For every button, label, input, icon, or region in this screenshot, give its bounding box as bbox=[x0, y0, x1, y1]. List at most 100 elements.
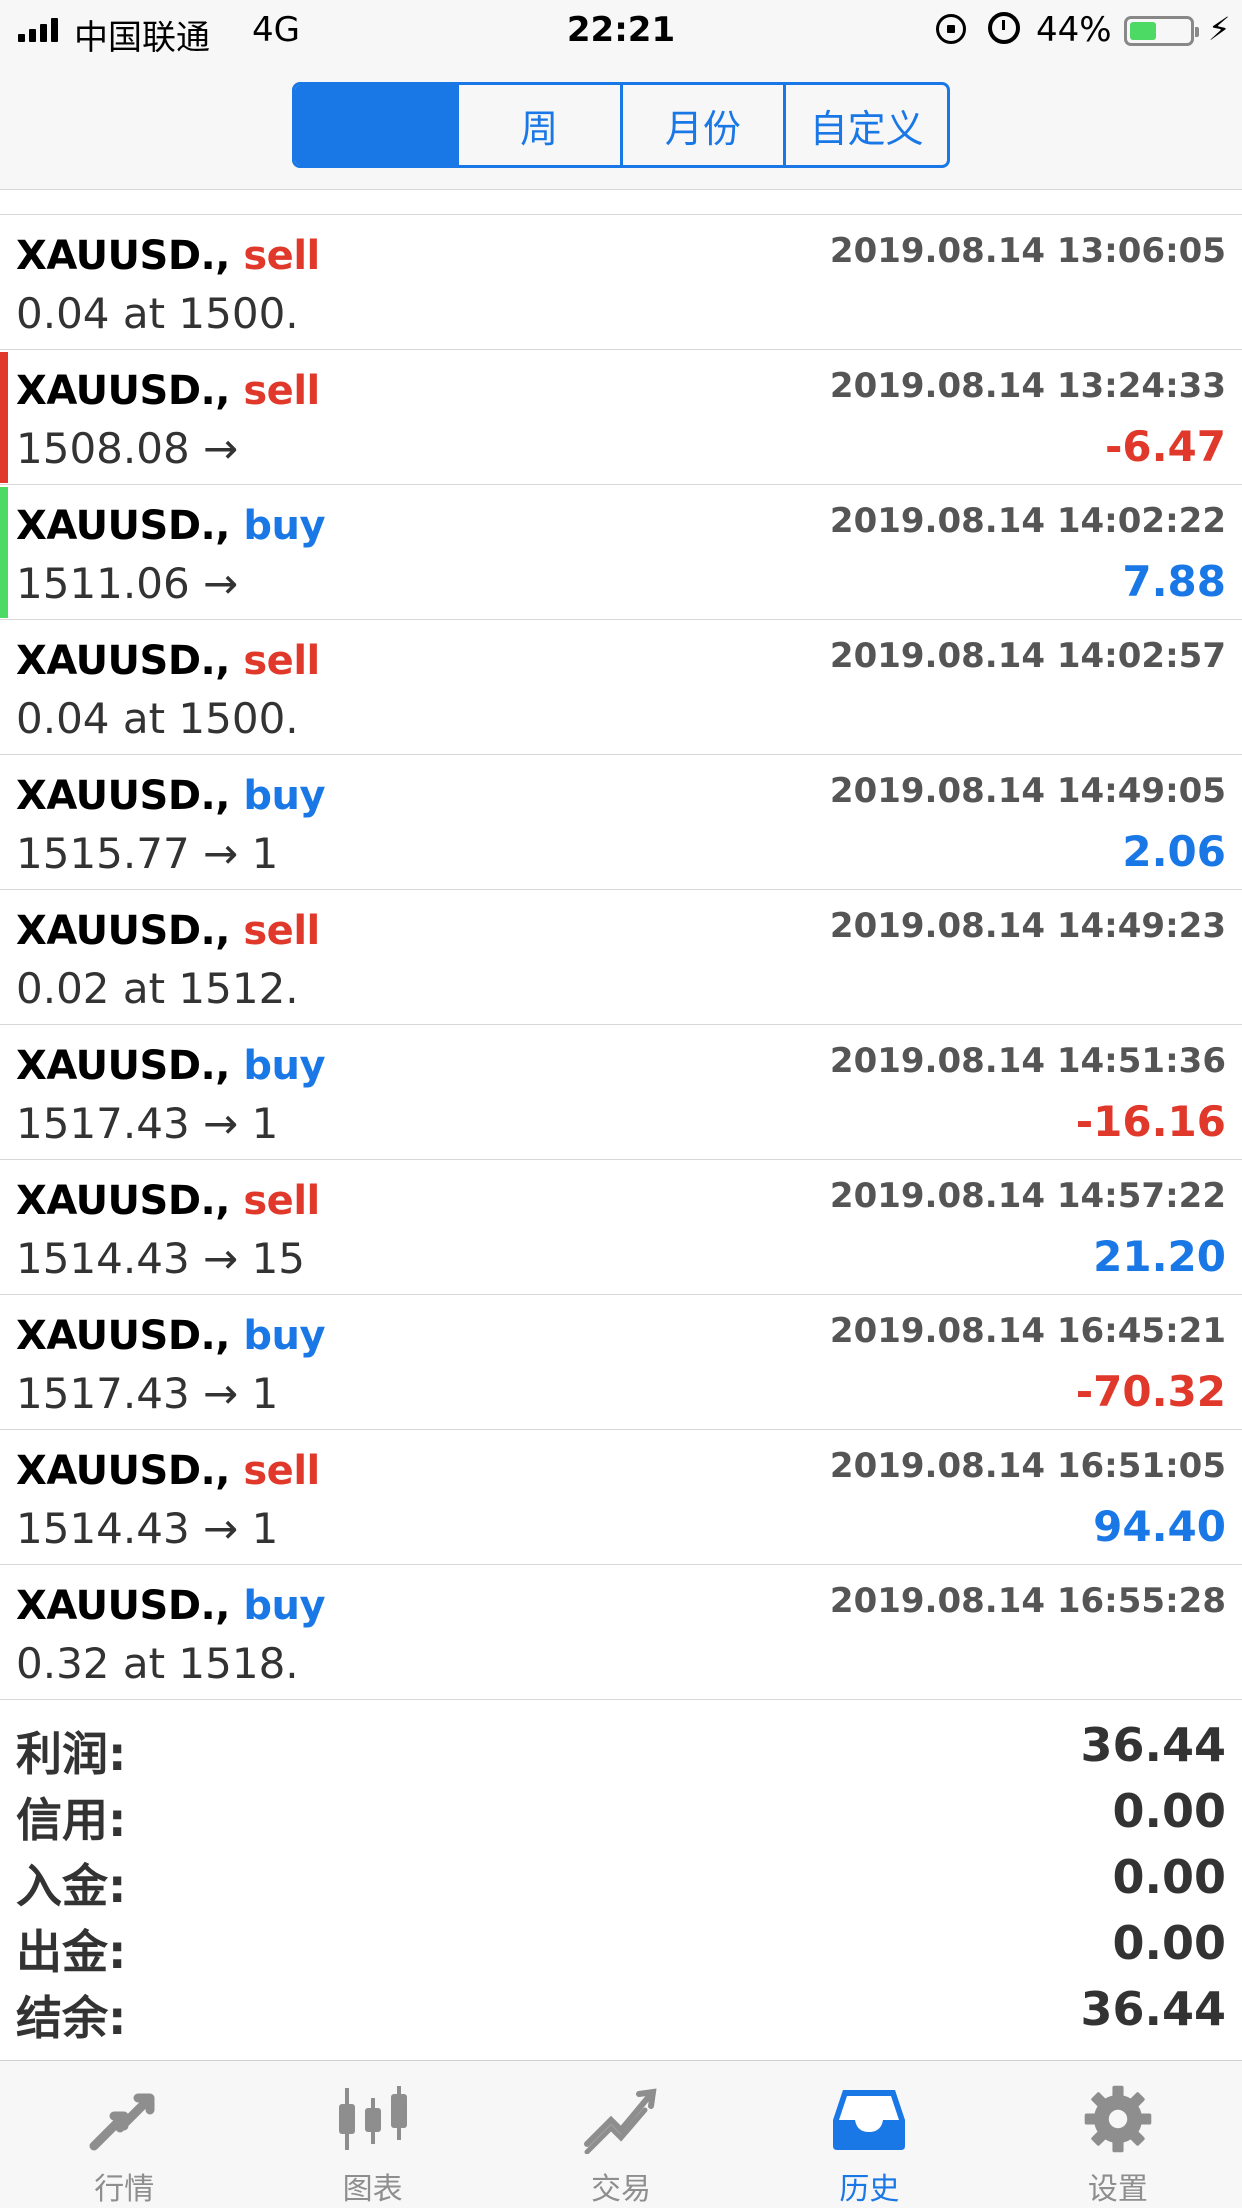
battery-percent: 44% bbox=[1036, 10, 1112, 50]
tab-label: 图表 bbox=[342, 2172, 403, 2207]
trade-symbol: XAUUSD., buy bbox=[16, 1583, 326, 1629]
symbol-name: XAUUSD., bbox=[16, 638, 230, 684]
summary-label: 信用: bbox=[16, 1793, 127, 1847]
trade-detail: 1517.43 → 1 bbox=[16, 1369, 279, 1418]
trade-side: sell bbox=[243, 1178, 320, 1224]
trade-symbol: XAUUSD., sell bbox=[16, 638, 320, 684]
account-summary: 利润: 36.44 信用: 0.00 入金: 0.00 出金: 0.00 结余: 36.44 bbox=[0, 1710, 1242, 2045]
symbol-name: XAUUSD., bbox=[16, 1178, 230, 1224]
list-item[interactable]: XAUUSD., sell 2019.08.14 13:24:33 1508.08 … bbox=[0, 350, 1242, 485]
trade-time: 2019.08.14 14:51:36 bbox=[829, 1041, 1226, 1081]
summary-label: 出金: bbox=[16, 1925, 127, 1979]
tab-quotes[interactable]: 行情 bbox=[0, 2061, 248, 2208]
symbol-name: XAUUSD., bbox=[16, 1043, 230, 1089]
trade-side: sell bbox=[243, 233, 320, 279]
symbol-name: XAUUSD., bbox=[16, 1313, 230, 1359]
tab-history[interactable]: 历史 bbox=[745, 2061, 993, 2208]
tab-label: 行情 bbox=[94, 2172, 155, 2207]
trade-detail: 0.04 at 1500. bbox=[16, 694, 299, 743]
summary-row: 利润: 36.44 bbox=[0, 1710, 1242, 1781]
history-inbox-icon bbox=[824, 2081, 914, 2156]
trade-profit: 94.40 bbox=[1093, 1502, 1226, 1551]
list-item[interactable]: XAUUSD., buy 2019.08.14 16:45:21 1517.43 →… bbox=[0, 1295, 1242, 1430]
list-item[interactable]: XAUUSD., buy 2019.08.14 14:49:05 1515.77 →… bbox=[0, 755, 1242, 890]
list-item[interactable]: XAUUSD., buy 2019.08.14 16:55:28 0.32 at 1… bbox=[0, 1565, 1242, 1700]
candlestick-chart-icon bbox=[328, 2081, 418, 2156]
trade-side: sell bbox=[243, 638, 320, 684]
status-bar: 中国联通 4G 22:21 44% ⚡ bbox=[0, 0, 1242, 60]
trade-side: buy bbox=[243, 1043, 326, 1089]
period-tab-day[interactable] bbox=[295, 85, 456, 165]
summary-row: 信用: 0.00 bbox=[0, 1776, 1242, 1847]
period-tab-custom[interactable]: 自定义 bbox=[783, 85, 947, 165]
trade-time: 2019.08.14 13:24:33 bbox=[829, 366, 1226, 406]
trade-side: buy bbox=[243, 1313, 326, 1359]
trade-side: buy bbox=[243, 773, 326, 819]
trade-time: 2019.08.14 14:49:05 bbox=[829, 771, 1226, 811]
summary-row: 入金: 0.00 bbox=[0, 1842, 1242, 1913]
trade-symbol: XAUUSD., sell bbox=[16, 908, 320, 954]
period-tab-month[interactable]: 月份 bbox=[619, 85, 784, 165]
tab-label: 设置 bbox=[1087, 2172, 1148, 2207]
trade-detail: 1511.06 → bbox=[16, 559, 239, 608]
list-item[interactable]: XAUUSD., buy 2019.08.14 14:51:36 1517.43 →… bbox=[0, 1025, 1242, 1160]
list-item[interactable]: XAUUSD., sell 2019.08.14 16:51:05 1514.43 … bbox=[0, 1430, 1242, 1565]
trade-time: 2019.08.14 16:51:05 bbox=[829, 1446, 1226, 1486]
bottom-tab-bar: 行情 图表 交易 历史 设置 bbox=[0, 2060, 1242, 2208]
summary-value: 0.00 bbox=[1112, 1850, 1227, 1904]
symbol-name: XAUUSD., bbox=[16, 1583, 230, 1629]
trade-profit: 2.06 bbox=[1122, 827, 1226, 876]
trade-history-list[interactable]: XAUUSD., sell 2019.08.14 13:06:05 0.04 at … bbox=[0, 215, 1242, 1700]
symbol-name: XAUUSD., bbox=[16, 233, 230, 279]
list-item[interactable]: XAUUSD., sell 2019.08.14 14:57:22 1514.43 … bbox=[0, 1160, 1242, 1295]
tab-charts[interactable]: 图表 bbox=[248, 2061, 496, 2208]
trade-symbol: XAUUSD., buy bbox=[16, 773, 326, 819]
tab-settings[interactable]: 设置 bbox=[994, 2061, 1242, 2208]
trade-profit: 7.88 bbox=[1122, 557, 1226, 606]
trade-time: 2019.08.14 16:55:28 bbox=[829, 1581, 1226, 1621]
trade-detail: 1508.08 → bbox=[16, 424, 239, 473]
quotes-arrows-icon bbox=[79, 2081, 169, 2156]
settings-gear-icon bbox=[1073, 2081, 1163, 2156]
list-item-partial bbox=[0, 190, 1242, 215]
trade-detail: 1514.43 → 15 bbox=[16, 1234, 306, 1283]
list-item[interactable]: XAUUSD., sell 2019.08.14 14:49:23 0.02 at … bbox=[0, 890, 1242, 1025]
trade-side: buy bbox=[243, 503, 326, 549]
trade-side: sell bbox=[243, 368, 320, 414]
trade-symbol: XAUUSD., buy bbox=[16, 1313, 326, 1359]
tab-label: 交易 bbox=[591, 2172, 652, 2207]
trade-profit: -6.47 bbox=[1104, 422, 1226, 471]
trade-symbol: XAUUSD., sell bbox=[16, 1178, 320, 1224]
summary-value: 0.00 bbox=[1112, 1916, 1227, 1970]
trade-time: 2019.08.14 16:45:21 bbox=[829, 1311, 1226, 1351]
trade-time: 2019.08.14 14:02:22 bbox=[829, 501, 1226, 541]
trade-detail: 0.02 at 1512. bbox=[16, 964, 299, 1013]
trade-profit: 21.20 bbox=[1093, 1232, 1226, 1281]
alarm-icon bbox=[988, 12, 1020, 44]
position-accent-bar bbox=[0, 487, 8, 618]
trade-profit: -16.16 bbox=[1075, 1097, 1226, 1146]
trade-time: 2019.08.14 13:06:05 bbox=[829, 231, 1226, 271]
trade-side: sell bbox=[243, 1448, 320, 1494]
summary-value: 0.00 bbox=[1112, 1784, 1227, 1838]
list-item[interactable]: XAUUSD., sell 2019.08.14 13:06:05 0.04 at … bbox=[0, 215, 1242, 350]
trade-detail: 0.04 at 1500. bbox=[16, 289, 299, 338]
summary-value: 36.44 bbox=[1080, 1718, 1226, 1772]
trade-symbol: XAUUSD., sell bbox=[16, 233, 320, 279]
summary-label: 结余: bbox=[16, 1991, 127, 2045]
summary-row: 结余: 36.44 bbox=[0, 1974, 1242, 2045]
rotation-lock-icon bbox=[936, 14, 966, 44]
trade-side: buy bbox=[243, 1583, 326, 1629]
list-item[interactable]: XAUUSD., buy 2019.08.14 14:02:22 1511.06 →… bbox=[0, 485, 1242, 620]
tab-trade[interactable]: 交易 bbox=[497, 2061, 745, 2208]
list-item[interactable]: XAUUSD., sell 2019.08.14 14:02:57 0.04 at … bbox=[0, 620, 1242, 755]
trade-time: 2019.08.14 14:49:23 bbox=[829, 906, 1226, 946]
period-segmented-control: 周 月份 自定义 bbox=[292, 82, 950, 168]
symbol-name: XAUUSD., bbox=[16, 368, 230, 414]
trade-detail: 0.32 at 1518. bbox=[16, 1639, 299, 1688]
period-tab-week[interactable]: 周 bbox=[455, 85, 620, 165]
trade-detail: 1514.43 → 1 bbox=[16, 1504, 279, 1553]
charging-bolt-icon: ⚡ bbox=[1208, 10, 1231, 48]
position-accent-bar bbox=[0, 352, 8, 483]
symbol-name: XAUUSD., bbox=[16, 503, 230, 549]
